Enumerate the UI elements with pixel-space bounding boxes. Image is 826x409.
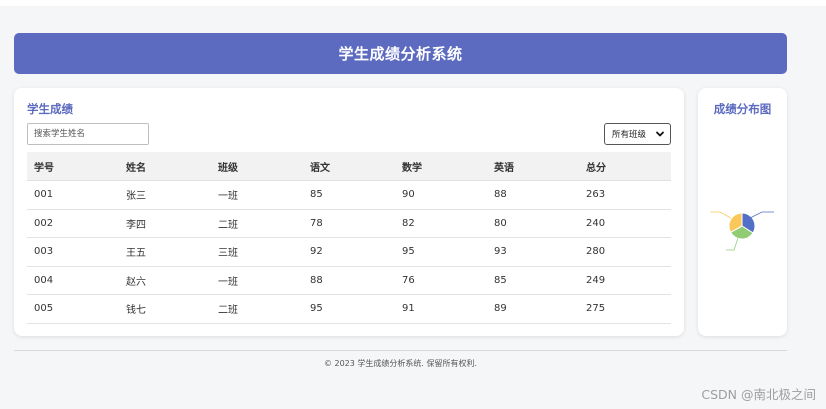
- table-cell: 三班: [211, 237, 303, 267]
- table-cell: 92: [303, 237, 395, 267]
- table-cell: 88: [487, 180, 579, 210]
- app-title: 学生成绩分析系统: [338, 45, 463, 63]
- watermark: CSDN @南北极之间: [701, 387, 816, 402]
- table-row: 003 王五 三班 92 95 93 280: [27, 237, 671, 267]
- top-strip: [0, 0, 826, 6]
- table-cell: 249: [579, 266, 671, 295]
- column-header: 语文: [303, 152, 395, 181]
- table-cell: 91: [395, 294, 487, 324]
- pie-leader-line: [710, 211, 732, 219]
- column-header: 学号: [27, 152, 119, 181]
- table-cell: 82: [395, 209, 487, 238]
- scores-table: 学号 姓名 班级 语文 数学 英语 总分 001 张三 一班 85 90 88 263 002 李四 二班 78…: [27, 152, 671, 324]
- table-cell: 280: [579, 237, 671, 267]
- table-cell: 76: [395, 266, 487, 295]
- table-body: 001 张三 一班 85 90 88 263 002 李四 二班 78 82 80 240 003 王五 三班 9…: [27, 180, 671, 324]
- table-cell: 95: [303, 294, 395, 324]
- distribution-panel: 成绩分布图: [698, 88, 787, 336]
- distribution-panel-title: 成绩分布图: [713, 102, 772, 116]
- table-cell: 80: [487, 209, 579, 238]
- app-header: 学生成绩分析系统: [14, 33, 787, 74]
- table-row: 002 李四 二班 78 82 80 240: [27, 209, 671, 238]
- class-filter-value: 所有班级: [612, 130, 647, 140]
- pie-leader-line: [749, 211, 774, 219]
- table-cell: 005: [27, 294, 119, 324]
- table-cell: 004: [27, 266, 119, 295]
- pie-chart: [706, 198, 778, 258]
- table-row: 005 钱七 二班 95 91 89 275: [27, 294, 671, 324]
- table-cell: 李四: [119, 209, 211, 238]
- table-cell: 钱七: [119, 294, 211, 324]
- chevron-down-icon: [656, 131, 664, 137]
- students-panel-title: 学生成绩: [27, 102, 73, 116]
- footer-text: © 2023 学生成绩分析系统. 保留所有权利.: [323, 359, 478, 368]
- table-cell: 一班: [211, 180, 303, 210]
- table-cell: 张三: [119, 180, 211, 210]
- table-cell: 240: [579, 209, 671, 238]
- column-header: 班级: [211, 152, 303, 181]
- column-header: 英语: [487, 152, 579, 181]
- column-header: 姓名: [119, 152, 211, 181]
- student-search-input[interactable]: [27, 123, 149, 145]
- table-cell: 275: [579, 294, 671, 324]
- class-filter-select[interactable]: 所有班级: [604, 123, 671, 145]
- pie-leader-line: [726, 237, 739, 251]
- table-row: 001 张三 一班 85 90 88 263: [27, 180, 671, 210]
- table-header-row: 学号 姓名 班级 语文 数学 英语 总分: [27, 152, 671, 181]
- table-cell: 赵六: [119, 266, 211, 295]
- table-row: 004 赵六 一班 88 76 85 249: [27, 266, 671, 295]
- table-cell: 89: [487, 294, 579, 324]
- table-cell: 王五: [119, 237, 211, 267]
- table-cell: 88: [303, 266, 395, 295]
- table-cell: 003: [27, 237, 119, 267]
- table-cell: 二班: [211, 294, 303, 324]
- table-cell: 263: [579, 180, 671, 210]
- pie-chart-svg: [710, 211, 774, 251]
- column-header: 数学: [395, 152, 487, 181]
- students-panel: 学生成绩 所有班级 学号姓名班级语文数学英语总分 001张三一班85908826…: [14, 88, 684, 336]
- table-cell: 85: [487, 266, 579, 295]
- table-cell: 二班: [211, 209, 303, 238]
- footer-divider: [14, 350, 787, 351]
- table-cell: 78: [303, 209, 395, 238]
- table-cell: 95: [395, 237, 487, 267]
- table-cell: 002: [27, 209, 119, 238]
- table-cell: 一班: [211, 266, 303, 295]
- table-cell: 85: [303, 180, 395, 210]
- table-cell: 001: [27, 180, 119, 210]
- table-cell: 93: [487, 237, 579, 267]
- table-cell: 90: [395, 180, 487, 210]
- column-header: 总分: [579, 152, 671, 181]
